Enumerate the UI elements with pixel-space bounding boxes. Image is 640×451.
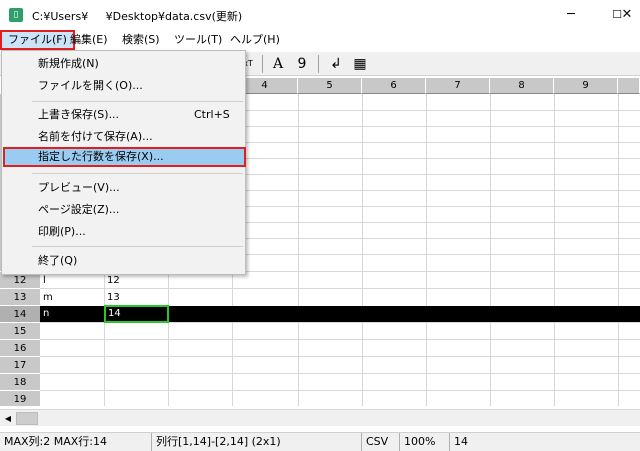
status-max-info: MAX列:2 MAX行:14 [0,433,152,451]
toolbar-separator [318,55,319,73]
grid-line [298,94,299,406]
menu-item-label: プレビュー(V)... [38,181,120,194]
table-cell[interactable]: m [40,289,104,306]
menu-item-label: 印刷(P)... [38,225,86,238]
row-header[interactable]: 16 [0,340,40,357]
menu-item-label: 名前を付けて保存(A)... [38,130,153,143]
column-header[interactable]: 9 [554,78,618,94]
status-value: 14 [454,435,468,448]
row-header[interactable]: 17 [0,357,40,374]
file-menu-dropdown: 新規作成(N) ファイルを開く(O)... 上書き保存(S)... Ctrl+S… [1,50,246,275]
menu-item-save-as[interactable]: 名前を付けて保存(A)... [4,127,244,147]
grid-line [426,94,427,406]
grid-line [554,94,555,406]
menu-separator [32,246,243,247]
menu-item-label: ファイルを開く(O)... [38,79,143,92]
title-bar: ▯ C:¥Users¥ ¥Desktop¥data.csv(更新) ─ ☐ ✕ [0,0,640,30]
horizontal-scrollbar[interactable]: ◀ [0,409,640,426]
menu-item-label: 新規作成(N) [38,57,99,70]
app-icon: ▯ [9,8,23,22]
menu-tools[interactable]: ツール(T) [168,30,228,50]
menu-item-save-rows[interactable]: 指定した行数を保存(X)... [3,147,246,167]
scroll-left-icon[interactable]: ◀ [1,411,15,426]
window-title: C:¥Users¥ ¥Desktop¥data.csv(更新) [32,10,243,23]
row-header[interactable]: 15 [0,323,40,340]
menu-separator [32,173,243,174]
menu-item-page-setup[interactable]: ページ設定(Z)... [4,200,244,220]
column-header[interactable] [618,78,640,94]
scroll-thumb[interactable] [16,412,38,425]
font-icon[interactable]: A [268,54,288,74]
current-cell[interactable]: 14 [104,305,169,323]
row-header[interactable]: 13 [0,289,40,306]
menu-item-open[interactable]: ファイルを開く(O)... [4,76,244,96]
row-header[interactable]: 19 [0,391,40,406]
column-header[interactable]: 5 [298,78,362,94]
menu-item-label: 指定した行数を保存(X)... [38,150,164,163]
row-header[interactable]: 18 [0,374,40,391]
menu-item-save[interactable]: 上書き保存(S)... Ctrl+S [4,105,244,125]
grid-line [40,390,640,391]
minimize-button[interactable]: ─ [548,0,594,30]
menu-separator [32,101,243,102]
menu-item-label: 上書き保存(S)... [38,108,120,121]
grid-line [40,373,640,374]
grid-line [362,94,363,406]
grid-line [40,339,640,340]
menu-edit[interactable]: 編集(E) [64,30,114,50]
status-bar: MAX列:2 MAX行:14 列行[1,14]-[2,14] (2x1) CSV… [0,432,640,451]
number-format-icon[interactable]: 9 [292,54,312,74]
table-icon[interactable]: ▦ [350,54,370,74]
menu-help[interactable]: ヘルプ(H) [224,30,286,50]
menu-item-print[interactable]: 印刷(P)... [4,222,244,242]
column-header[interactable]: 6 [362,78,426,94]
grid-line [490,94,491,406]
menu-item-shortcut: Ctrl+S [194,108,230,121]
menu-item-label: 終了(Q) [38,254,78,267]
row-header-selected[interactable]: 14 [0,306,40,323]
menu-item-new[interactable]: 新規作成(N) [4,54,244,74]
table-cell[interactable]: n [40,306,104,322]
column-header[interactable]: 7 [426,78,490,94]
menu-item-label: ページ設定(Z)... [38,203,120,216]
status-selection: 列行[1,14]-[2,14] (2x1) [152,433,362,451]
status-zoom: 100% [400,433,450,451]
grid-line [618,94,619,406]
menu-item-preview[interactable]: プレビュー(V)... [4,178,244,198]
grid-line [40,356,640,357]
column-header[interactable]: 8 [490,78,554,94]
close-button[interactable]: ✕ [614,0,640,30]
menu-item-exit[interactable]: 終了(Q) [4,251,244,271]
menu-search[interactable]: 検索(S) [116,30,166,50]
status-format: CSV [362,433,400,451]
table-cell[interactable]: 13 [104,289,168,306]
menu-bar: ファイル(F) 編集(E) 検索(S) ツール(T) ヘルプ(H) [0,30,640,50]
toolbar-separator [262,55,263,73]
wrap-icon[interactable]: ↲ [326,54,346,74]
